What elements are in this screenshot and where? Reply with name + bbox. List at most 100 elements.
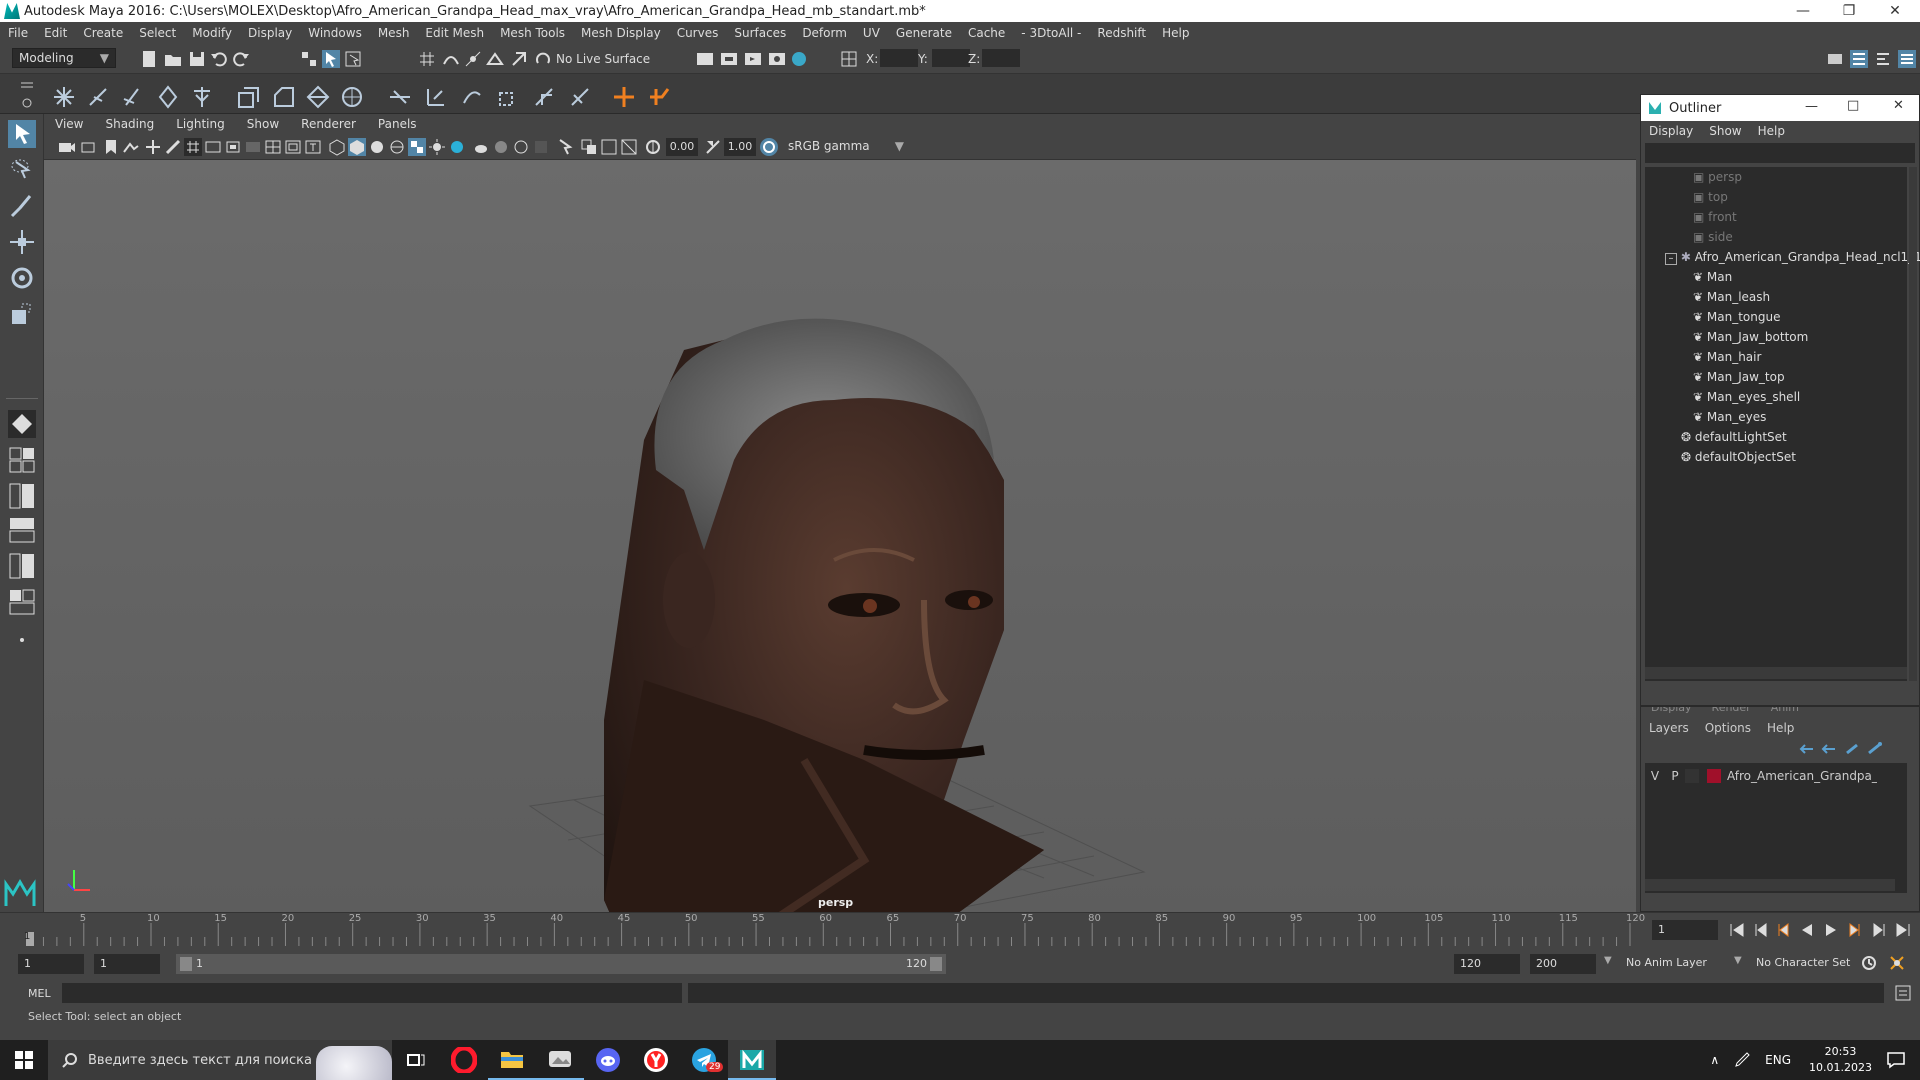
notifications-icon[interactable] <box>1886 1050 1906 1070</box>
start-button[interactable] <box>0 1040 48 1080</box>
play-backwards-icon[interactable] <box>1798 921 1816 939</box>
save-scene-icon[interactable] <box>188 50 206 68</box>
viewport-menu-show[interactable]: Show <box>236 117 290 131</box>
perspective-viewport[interactable]: persp <box>44 160 1636 912</box>
tab-anim[interactable]: Anim <box>1761 707 1809 717</box>
render-settings-icon[interactable] <box>768 50 786 68</box>
script-editor-icon[interactable] <box>1894 984 1912 1002</box>
select-component-icon[interactable] <box>344 50 362 68</box>
outliner-menu-display[interactable]: Display <box>1641 124 1701 138</box>
live-surface-label[interactable]: No Live Surface <box>556 52 650 66</box>
exposure-field[interactable]: 0.00 <box>666 138 698 156</box>
wireframe-on-shaded-icon[interactable] <box>388 138 406 156</box>
menu-create[interactable]: Create <box>75 26 131 40</box>
film-gate-icon[interactable] <box>204 138 222 156</box>
new-scene-icon[interactable] <box>140 50 158 68</box>
menu-redshift[interactable]: Redshift <box>1089 26 1154 40</box>
textured-icon[interactable] <box>408 138 426 156</box>
image-plane-icon[interactable] <box>122 138 140 156</box>
animation-preferences-icon[interactable] <box>1888 954 1906 972</box>
render-view-icon[interactable] <box>696 50 714 68</box>
outliner-maximize-icon[interactable]: □ <box>1847 98 1859 113</box>
tab-render[interactable]: Render <box>1702 707 1761 717</box>
taskbar-yandex[interactable] <box>632 1040 680 1080</box>
outliner-close-icon[interactable]: ✕ <box>1893 98 1904 113</box>
outliner-item-man-jaw-bottom[interactable]: ❦ Man_Jaw_bottom <box>1693 327 1808 347</box>
select-hierarchy-icon[interactable] <box>300 50 318 68</box>
command-input[interactable] <box>62 983 682 1003</box>
snap-curve-icon[interactable] <box>442 50 460 68</box>
menu-mesh[interactable]: Mesh <box>370 26 418 40</box>
2d-pan-zoom-icon[interactable] <box>144 138 162 156</box>
safe-action-icon[interactable] <box>284 138 302 156</box>
move-layer-up-icon[interactable] <box>1799 741 1815 757</box>
separate-icon[interactable] <box>460 85 484 109</box>
menu-windows[interactable]: Windows <box>300 26 370 40</box>
layer-playback-toggle[interactable]: P <box>1665 769 1685 783</box>
menu-3dtoall[interactable]: - 3DtoAll - <box>1013 26 1089 40</box>
layer-menu-help[interactable]: Help <box>1759 721 1802 735</box>
modeling-toolkit-icon[interactable] <box>1826 50 1844 68</box>
snap-view-plane-icon[interactable] <box>486 50 504 68</box>
motion-blur-icon[interactable] <box>492 138 510 156</box>
redo-icon[interactable] <box>232 50 250 68</box>
exposure-icon[interactable] <box>644 138 662 156</box>
quad-draw-icon[interactable] <box>156 85 180 109</box>
taskbar-photos[interactable] <box>536 1040 584 1080</box>
mode-dropdown[interactable]: Modeling ▼ <box>12 48 116 68</box>
grease-pencil-icon[interactable] <box>164 138 182 156</box>
step-forward-key-icon[interactable] <box>1846 921 1864 939</box>
outliner-item-man-eyes-shell[interactable]: ❦ Man_eyes_shell <box>1693 387 1800 407</box>
menu-uv[interactable]: UV <box>855 26 888 40</box>
new-layer-selected-icon[interactable] <box>1867 741 1883 757</box>
current-frame-field[interactable]: 1 <box>1652 920 1718 940</box>
outliner-item-man[interactable]: ❦ Man <box>1693 267 1732 287</box>
outliner-item-front[interactable]: ▣ front <box>1693 207 1737 227</box>
language-indicator[interactable]: ENG <box>1765 1053 1791 1067</box>
collapse-toolbox-icon[interactable] <box>8 626 36 654</box>
outliner-item-man-eyes[interactable]: ❦ Man_eyes <box>1693 407 1766 427</box>
layer-visibility-toggle[interactable]: V <box>1645 769 1665 783</box>
menu-cache[interactable]: Cache <box>960 26 1013 40</box>
uv-editor-layout-icon[interactable] <box>8 588 36 616</box>
render-frame-icon[interactable] <box>720 50 738 68</box>
taskbar-maya[interactable] <box>728 1040 776 1080</box>
menu-edit[interactable]: Edit <box>36 26 75 40</box>
outliner-vertical-scrollbar[interactable] <box>1909 167 1917 681</box>
input-mode-icon[interactable] <box>840 50 858 68</box>
range-bar[interactable]: 1 120 <box>176 954 946 974</box>
restore-icon[interactable]: ❐ <box>1826 0 1872 22</box>
wireframe-icon[interactable] <box>328 138 346 156</box>
outliner-item-man-tongue[interactable]: ❦ Man_tongue <box>1693 307 1780 327</box>
bridge-icon[interactable] <box>306 85 330 109</box>
viewport-menu-shading[interactable]: Shading <box>94 117 165 131</box>
outliner-item-man-leash[interactable]: ❦ Man_leash <box>1693 287 1770 307</box>
open-scene-icon[interactable] <box>164 50 182 68</box>
outliner-search-input[interactable] <box>1645 143 1915 163</box>
viewport-menu-renderer[interactable]: Renderer <box>290 117 367 131</box>
playback-end-field[interactable]: 120 <box>1454 954 1520 974</box>
view-transform-dropdown[interactable]: sRGB gamma ▼ <box>782 137 910 157</box>
menu-mesh-display[interactable]: Mesh Display <box>573 26 669 40</box>
append-polygon-icon[interactable] <box>340 85 364 109</box>
multi-cut-icon[interactable] <box>86 85 110 109</box>
playback-start-field[interactable]: 1 <box>94 954 160 974</box>
outliner-menu-show[interactable]: Show <box>1701 124 1749 138</box>
soft-select-icon[interactable] <box>52 85 76 109</box>
anti-aliasing-icon[interactable] <box>512 138 530 156</box>
time-slider[interactable]: 1 5 10 15 20 25 30 35 40 45 50 55 60 65 70 75 80 85 90 95 1… <box>0 912 1920 947</box>
target-weld-icon[interactable] <box>190 85 214 109</box>
menu-display[interactable]: Display <box>240 26 300 40</box>
go-to-start-icon[interactable] <box>1728 921 1746 939</box>
outliner-item-default-light-set[interactable]: ❂ defaultLightSet <box>1681 427 1787 447</box>
chevron-down-icon[interactable]: ▼ <box>1604 955 1612 966</box>
shadows-icon[interactable] <box>448 138 466 156</box>
crease-tool-icon[interactable] <box>612 85 636 109</box>
smooth-shade-icon[interactable] <box>348 138 366 156</box>
paint-select-icon[interactable] <box>8 192 36 220</box>
minimize-icon[interactable]: — <box>1780 0 1826 22</box>
menu-curves[interactable]: Curves <box>669 26 727 40</box>
menu-mesh-tools[interactable]: Mesh Tools <box>492 26 573 40</box>
combine-icon[interactable] <box>424 85 448 109</box>
snap-point-icon[interactable] <box>464 50 482 68</box>
